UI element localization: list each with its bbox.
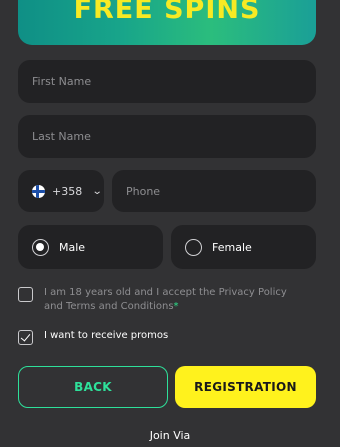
terms-text: I am 18 years old and I accept the Priva…	[44, 287, 287, 312]
gender-female-option[interactable]: Female	[171, 225, 316, 269]
registration-button[interactable]: REGISTRATION	[175, 366, 316, 408]
female-label: Female	[212, 240, 252, 254]
join-via-label: Join Via	[149, 429, 191, 442]
promo-banner: FREE SPINS	[18, 0, 316, 45]
promo-consent-row[interactable]: I want to receive promos	[18, 329, 168, 345]
back-button[interactable]: BACK	[18, 366, 168, 408]
male-radio[interactable]	[32, 238, 49, 256]
male-label: Male	[59, 240, 86, 254]
country-code-value: +358	[52, 184, 83, 198]
female-radio[interactable]	[185, 238, 202, 256]
terms-label: I am 18 years old and I accept the Priva…	[44, 286, 304, 314]
banner-title: FREE SPINS	[73, 0, 261, 25]
required-mark: *	[173, 301, 179, 312]
gender-male-option[interactable]: Male	[18, 225, 163, 269]
phone-field[interactable]	[112, 170, 316, 212]
terms-checkbox[interactable]	[18, 287, 33, 302]
finland-flag-icon	[32, 184, 45, 198]
promo-checkbox[interactable]	[18, 330, 33, 345]
first-name-field[interactable]	[18, 60, 316, 103]
promo-label: I want to receive promos	[44, 330, 169, 341]
first-name-input[interactable]	[32, 75, 316, 88]
last-name-field[interactable]	[18, 115, 316, 158]
last-name-input[interactable]	[32, 130, 316, 143]
terms-consent-row[interactable]: I am 18 years old and I accept the Priva…	[18, 286, 304, 314]
chevron-down-icon: ⌄	[91, 185, 103, 197]
phone-input[interactable]	[126, 184, 316, 198]
country-code-select[interactable]: +358 ⌄	[18, 170, 104, 212]
